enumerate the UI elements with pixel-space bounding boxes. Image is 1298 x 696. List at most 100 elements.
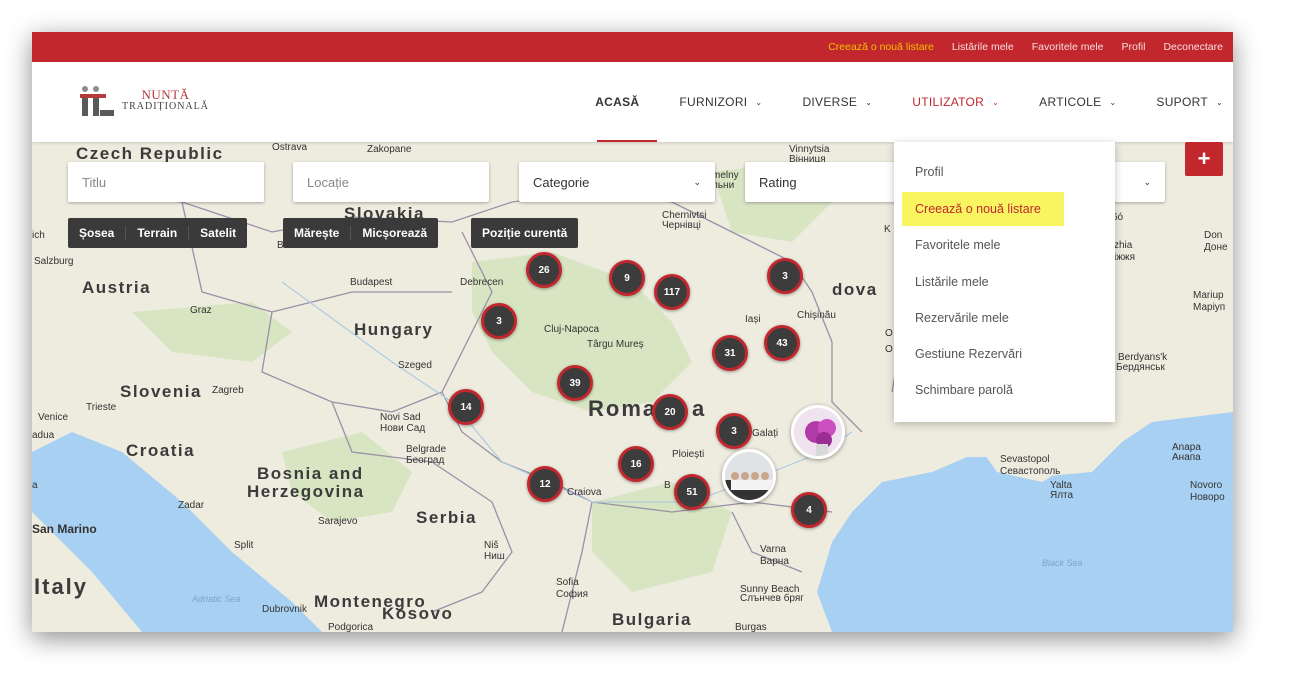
map-label: Варна xyxy=(760,556,789,567)
topbar-favorites-link[interactable]: Favoritele mele xyxy=(1032,41,1104,53)
map-label: Debrecen xyxy=(460,277,504,288)
map-cluster-marker[interactable]: 12 xyxy=(527,466,563,502)
map-label: Слънчев бряг xyxy=(740,593,804,604)
map-cluster-marker[interactable]: 51 xyxy=(674,474,710,510)
map-label: Niš xyxy=(484,540,499,551)
map-label: Craiova xyxy=(567,487,602,498)
map-label: Новоро xyxy=(1190,492,1225,503)
nav-item-home[interactable]: ACASĂ xyxy=(595,95,639,109)
chevron-down-icon: ⌄ xyxy=(1109,97,1117,107)
map-label: Bulgaria xyxy=(612,610,693,629)
map-label: zhia xyxy=(1114,240,1133,251)
topbar-profile-link[interactable]: Profil xyxy=(1122,41,1146,53)
nav-item-suppliers[interactable]: FURNIZORI ⌄ xyxy=(679,95,762,109)
map-zoom-controls: Mărește Micșorează xyxy=(283,218,439,248)
map-label: Italy xyxy=(34,574,89,599)
active-nav-underline xyxy=(597,140,657,142)
map-label: a xyxy=(692,396,707,421)
satellite-map-button[interactable]: Satelit xyxy=(189,226,247,240)
top-bar: Creează o nouă listare Listările mele Fa… xyxy=(32,32,1233,62)
map-label: Podgorica xyxy=(328,622,374,632)
map-label: Hungary xyxy=(354,320,434,339)
map-label: Novi Sad xyxy=(380,412,421,423)
user-menu-favorites[interactable]: Favoritele mele xyxy=(915,238,1000,252)
user-menu-change-password[interactable]: Schimbare parolă xyxy=(915,383,1013,397)
topbar-my-listings-link[interactable]: Listările mele xyxy=(952,41,1014,53)
map-cluster-marker[interactable]: 26 xyxy=(526,252,562,288)
rating-select-value: Rating xyxy=(759,174,797,190)
site-logo[interactable]: NUNTĂ TRADIȚIONALĂ xyxy=(76,80,209,120)
map-cluster-marker[interactable]: 3 xyxy=(716,413,752,449)
map-label: Austria xyxy=(82,278,152,297)
map-label: Budapest xyxy=(350,277,393,288)
map-label: dova xyxy=(832,280,878,299)
user-menu-my-bookings[interactable]: Rezervările mele xyxy=(915,311,1009,325)
map-cluster-marker[interactable]: 43 xyxy=(764,325,800,361)
nav-item-misc[interactable]: DIVERSE ⌄ xyxy=(802,95,872,109)
map-cluster-marker[interactable]: 20 xyxy=(652,394,688,430)
zoom-out-button[interactable]: Micșorează xyxy=(351,226,438,240)
topbar-logout-link[interactable]: Deconectare xyxy=(1163,41,1223,53)
map-cluster-marker[interactable]: 39 xyxy=(557,365,593,401)
map-label: Доне xyxy=(1204,242,1228,253)
map-cluster-marker[interactable]: 4 xyxy=(791,492,827,528)
map-cluster-marker[interactable]: 9 xyxy=(609,260,645,296)
zoom-in-button[interactable]: Mărește xyxy=(283,226,352,240)
chevron-down-icon: ⌄ xyxy=(1215,97,1223,107)
current-position-control: Poziție curentă xyxy=(471,218,579,248)
map-label: Târgu Mureș xyxy=(587,339,644,350)
chevron-down-icon: ⌄ xyxy=(865,97,873,107)
main-menu: ACASĂ FURNIZORI ⌄ DIVERSE ⌄ UTILIZATOR ⌄ AR… xyxy=(555,62,1223,142)
map-label: іжжя xyxy=(1114,252,1136,263)
map-cluster-marker[interactable]: 31 xyxy=(712,335,748,371)
map-label: Trieste xyxy=(86,402,117,413)
map-cluster-marker[interactable]: 16 xyxy=(618,446,654,482)
location-filter-input[interactable]: Locație xyxy=(293,162,489,202)
user-menu-profile[interactable]: Profil xyxy=(915,165,943,179)
map-cluster-marker[interactable]: 117 xyxy=(654,274,690,310)
user-dropdown-menu: Profil Creează o nouă listare Favoritele… xyxy=(894,142,1115,422)
map-label: Don xyxy=(1204,230,1223,241)
map-label: Croatia xyxy=(126,441,196,460)
terrain-map-button[interactable]: Terrain xyxy=(126,226,190,240)
map-cluster-marker[interactable]: 3 xyxy=(481,303,517,339)
map-label: Mariup xyxy=(1193,290,1224,301)
map-label: Zagreb xyxy=(212,385,244,396)
map-cluster-marker[interactable]: 14 xyxy=(448,389,484,425)
road-map-button[interactable]: Șosea xyxy=(68,226,127,240)
map-label: Adriatic Sea xyxy=(192,594,241,604)
nav-item-articles[interactable]: ARTICOLE ⌄ xyxy=(1039,95,1116,109)
map-label: Belgrade xyxy=(406,444,447,455)
nav-item-support[interactable]: SUPORT ⌄ xyxy=(1156,95,1223,109)
map-label: Zakopane xyxy=(367,144,412,155)
map-label: Graz xyxy=(190,305,212,316)
map-label: Slovenia xyxy=(120,382,202,401)
map-label: Czech Republic xyxy=(76,144,224,163)
map-label: Szeged xyxy=(398,360,432,371)
category-select[interactable]: Categorie ⌄ xyxy=(519,162,715,202)
add-button[interactable]: + xyxy=(1185,142,1223,176)
topbar-create-listing-link[interactable]: Creează o nouă listare xyxy=(828,41,934,53)
map-label: Black Sea xyxy=(1042,558,1083,568)
user-menu-create-listing[interactable]: Creează o nouă listare xyxy=(915,202,1041,216)
map-label: Dubrovnik xyxy=(262,604,308,615)
user-menu-manage-bookings[interactable]: Gestiune Rezervări xyxy=(915,347,1022,361)
nav-item-user[interactable]: UTILIZATOR ⌄ xyxy=(912,95,999,109)
logo-text-line2: TRADIȚIONALĂ xyxy=(122,100,209,112)
map-label: Novoro xyxy=(1190,480,1223,491)
logo-mark-icon xyxy=(76,82,116,118)
chevron-down-icon: ⌄ xyxy=(755,97,763,107)
map-label: Sarajevo xyxy=(318,516,358,527)
map-label: Анапа xyxy=(1172,452,1201,463)
map-label: Ялта xyxy=(1050,490,1074,501)
listing-photo-group[interactable] xyxy=(722,449,776,503)
category-select-value: Categorie xyxy=(533,174,590,190)
map-label: Chișinău xyxy=(797,310,836,321)
user-menu-my-listings[interactable]: Listările mele xyxy=(915,275,989,289)
map-label: Serbia xyxy=(416,508,477,527)
current-position-button[interactable]: Poziție curentă xyxy=(471,226,578,240)
listing-photo-flowers[interactable] xyxy=(791,405,845,459)
map-label: Salzburg xyxy=(34,256,74,267)
map-cluster-marker[interactable]: 3 xyxy=(767,258,803,294)
title-filter-input[interactable]: Titlu xyxy=(68,162,264,202)
